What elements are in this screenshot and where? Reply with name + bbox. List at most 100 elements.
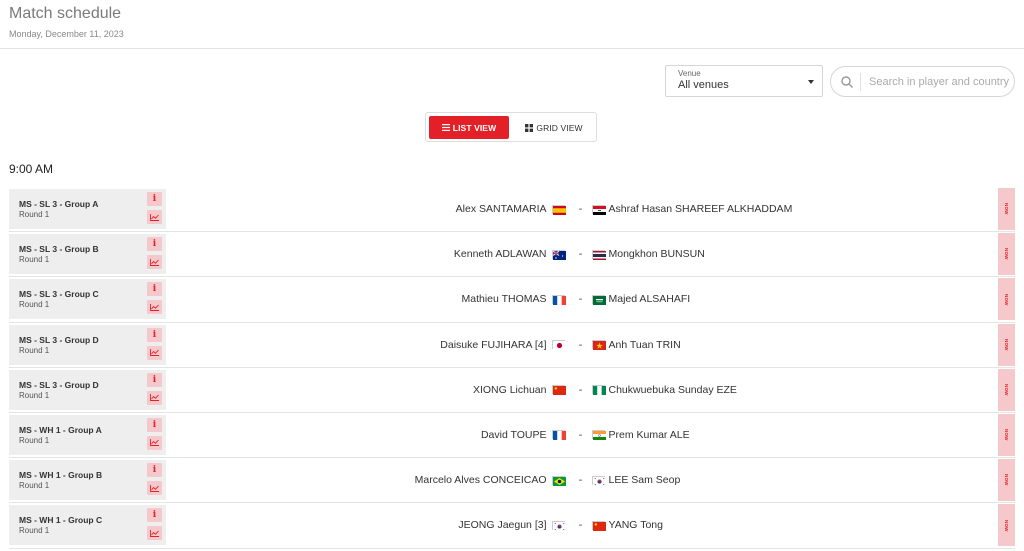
status-text: NOW [1004,248,1009,260]
match-row[interactable]: MS - WH 1 - Group C Round 1 i JEONG Jaeg… [9,503,1015,549]
match-row[interactable]: MS - SL 3 - Group D Round 1 i Daisuke FU… [9,323,1015,368]
stats-button[interactable] [147,481,162,496]
info-button[interactable]: i [147,372,162,387]
round-name: Round 1 [19,345,50,355]
stats-button[interactable] [147,390,162,405]
chart-icon [150,303,159,311]
view-toggle: LIST VIEW GRID VIEW [425,112,597,142]
info-button[interactable]: i [147,463,162,478]
event-name: MS - SL 3 - Group C [19,289,99,300]
player2-name[interactable]: Mongkhon BUNSUN [609,248,705,260]
match-event-box: MS - SL 3 - Group C Round 1 i [9,279,166,320]
player2-name[interactable]: YANG Tong [609,519,663,531]
event-name: MS - SL 3 - Group D [19,334,99,345]
player1-cell: Mathieu THOMAS [235,293,570,305]
status-badge: NOW [998,413,1015,456]
event-name: MS - WH 1 - Group A [19,424,102,435]
info-button[interactable]: i [147,237,162,252]
match-row[interactable]: MS - SL 3 - Group A Round 1 i Alex SANTA… [9,187,1015,233]
match-row[interactable]: MS - WH 1 - Group B Round 1 i Marcelo Al… [9,458,1015,504]
player1-name[interactable]: Alex SANTAMARIA [456,203,547,215]
match-players: Daisuke FUJIHARA [4] - Anh Tuan TRIN [166,323,995,367]
match-event-box: MS - SL 3 - Group D Round 1 i [9,324,166,365]
info-icon: i [152,374,157,385]
info-icon: i [152,419,157,430]
chart-icon [150,529,159,537]
venue-select[interactable]: Venue All venues [665,65,823,97]
list-view-button[interactable]: LIST VIEW [429,116,509,139]
match-players: David TOUPE - Prem Kumar ALE [166,413,995,457]
korea-flag-icon [591,475,606,486]
match-players: XIONG Lichuan - Chukwuebuka Sunday EZE [166,368,995,412]
stats-button[interactable] [147,255,162,270]
vs-separator: - [578,519,583,532]
search-input[interactable] [869,73,1009,91]
player1-name[interactable]: Mathieu THOMAS [462,293,547,305]
player1-name[interactable]: David TOUPE [481,429,547,441]
match-row[interactable]: MS - SL 3 - Group D Round 1 i XIONG Lich… [9,368,1015,413]
player2-name[interactable]: Chukwuebuka Sunday EZE [609,384,737,396]
info-button[interactable]: i [147,417,162,432]
match-row[interactable]: MS - SL 3 - Group B Round 1 i Kenneth AD… [9,232,1015,278]
match-row[interactable]: MS - WH 1 - Group A Round 1 i David TOUP… [9,413,1015,459]
player1-name[interactable]: Marcelo Alves CONCEICAO [415,474,547,486]
info-icon: i [152,329,157,340]
player2-name[interactable]: Prem Kumar ALE [609,429,690,441]
grid-view-label: GRID VIEW [536,122,583,133]
match-players: JEONG Jaegun [3] - YANG Tong [166,503,995,547]
match-event-box: MS - SL 3 - Group D Round 1 i [9,369,166,410]
round-name: Round 1 [19,255,50,265]
stats-button[interactable] [147,300,162,315]
match-players: Mathieu THOMAS - Majed ALSAHAFI [166,277,995,321]
info-button[interactable]: i [147,282,162,297]
status-badge: NOW [998,504,1015,547]
match-row[interactable]: MS - SL 3 - Group C Round 1 i Mathieu TH… [9,277,1015,323]
round-name: Round 1 [19,210,50,219]
info-button[interactable]: i [147,327,162,342]
chart-icon [150,213,159,221]
stats-button[interactable] [147,435,162,450]
event-name: MS - WH 1 - Group B [19,470,103,481]
player2-name[interactable]: Ashraf Hasan SHAREEF ALKHADDAM [609,203,793,215]
china-flag-icon [591,520,606,531]
page-date: Monday, December 11, 2023 [9,29,124,39]
stats-button[interactable] [147,526,162,541]
player1-name[interactable]: Kenneth ADLAWAN [454,248,547,260]
player1-cell: Kenneth ADLAWAN [235,248,570,260]
vs-separator: - [578,474,583,487]
search-box[interactable] [830,66,1015,97]
search-icon [841,76,853,88]
player1-name[interactable]: XIONG Lichuan [473,384,547,396]
france-flag-icon [551,430,566,441]
player1-name[interactable]: Daisuke FUJIHARA [4] [440,339,546,351]
info-icon: i [152,194,157,204]
vs-separator: - [578,293,583,306]
match-event-box: MS - WH 1 - Group A Round 1 i [9,414,166,455]
status-text: NOW [1004,519,1009,532]
player2-name[interactable]: Anh Tuan TRIN [609,339,681,351]
player1-name[interactable]: JEONG Jaegun [3] [458,519,546,531]
info-button[interactable]: i [147,508,162,523]
player2-name[interactable]: Majed ALSAHAFI [609,293,691,305]
player1-cell: Alex SANTAMARIA [235,203,570,215]
iraq-flag-icon [591,204,606,215]
player2-cell: Prem Kumar ALE [591,429,927,441]
list-icon [441,124,450,131]
status-badge: NOW [998,233,1015,276]
player2-name[interactable]: LEE Sam Seop [609,474,681,486]
search-divider [860,73,861,91]
saudi-arabia-flag-icon [591,294,606,305]
grid-view-button[interactable]: GRID VIEW [514,116,594,139]
vs-separator: - [578,338,583,351]
info-button[interactable]: i [147,192,162,206]
round-name: Round 1 [19,526,50,536]
korea-flag-icon [551,520,566,531]
stats-button[interactable] [147,345,162,360]
player1-cell: Marcelo Alves CONCEICAO [235,474,570,486]
player1-cell: JEONG Jaegun [3] [235,519,570,531]
vietnam-flag-icon [591,340,606,351]
status-text: NOW [1004,338,1009,351]
status-text: NOW [1004,474,1009,486]
stats-button[interactable] [147,210,162,224]
player1-cell: Daisuke FUJIHARA [4] [235,339,570,351]
